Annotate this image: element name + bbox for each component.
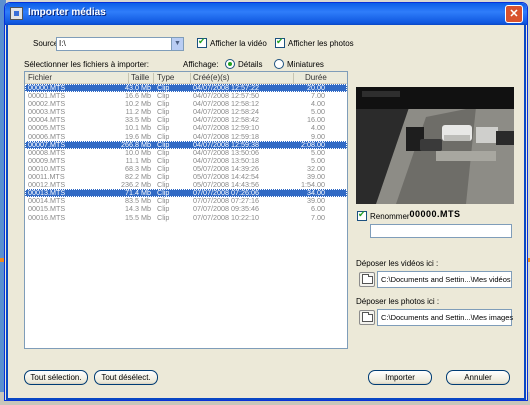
file-list[interactable]: Fichier Taille Type Créé(e)(s) Durée 000… xyxy=(24,71,348,349)
column-header-type[interactable]: Type xyxy=(157,73,174,82)
thumbnails-label[interactable]: Miniatures xyxy=(287,60,324,69)
cancel-button[interactable]: Annuler xyxy=(446,370,510,385)
rename-input[interactable] xyxy=(370,224,512,238)
file-row[interactable]: 00002.MTS 10.2 Mb Clip 04/07/2008 12:58:12 4… xyxy=(25,100,347,108)
import-media-dialog: Importer médias ✕ Source: I:\ ▼ Afficher… xyxy=(4,2,528,401)
show-video-checkbox[interactable] xyxy=(197,36,207,48)
file-row[interactable]: 00007.MTS 266.8 Mb Clip 04/07/2008 12:59:38… xyxy=(25,140,347,149)
file-row[interactable]: 00016.MTS 15.5 Mb Clip 07/07/2008 10:22:10 7… xyxy=(25,212,347,222)
show-photos-checkbox[interactable] xyxy=(275,36,285,48)
file-row[interactable]: 00004.MTS 33.5 Mb Clip 04/07/2008 12:58:42 1… xyxy=(25,116,347,124)
chevron-down-icon[interactable]: ▼ xyxy=(171,38,183,50)
file-row[interactable]: 00012.MTS 236.2 Mb Clip 05/07/2008 14:43:56… xyxy=(25,181,347,189)
column-header-name[interactable]: Fichier xyxy=(28,73,52,82)
column-header-size[interactable]: Taille xyxy=(131,73,149,82)
dialog-title: Importer médias xyxy=(28,7,106,18)
deselect-all-button[interactable]: Tout désélect. xyxy=(94,370,158,385)
column-header-duration[interactable]: Durée xyxy=(305,73,327,82)
file-select-label: Sélectionner les fichiers à importer: xyxy=(24,60,149,69)
details-radio[interactable] xyxy=(225,59,235,69)
column-divider[interactable] xyxy=(293,73,294,83)
photos-path[interactable]: C:\Documents and Settin...\Mes images xyxy=(377,309,514,326)
file-row[interactable]: 00014.MTS 83.5 Mb Clip 07/07/2008 07:27:16 3… xyxy=(25,197,347,205)
file-name: 00016.MTS xyxy=(28,212,66,222)
folder-icon xyxy=(362,312,373,322)
list-header: Fichier Taille Type Créé(e)(s) Durée xyxy=(25,72,347,84)
close-button[interactable]: ✕ xyxy=(505,5,523,23)
videos-path[interactable]: C:\Documents and Settin...\Mes vidéos xyxy=(377,271,512,288)
folder-icon xyxy=(362,274,373,284)
import-button[interactable]: Importer xyxy=(368,370,432,385)
videos-path-text: C:\Documents and Settin...\Mes vidéos xyxy=(381,275,511,284)
file-row[interactable]: 00015.MTS 14.3 Mb Clip 07/07/2008 09:35:46 6… xyxy=(25,205,347,213)
display-label: Affichage: xyxy=(183,60,219,69)
file-duration: 7.00 xyxy=(311,212,325,222)
street-scene-image xyxy=(356,87,514,204)
file-row[interactable]: 00011.MTS 82.2 Mb Clip 05/07/2008 14:42:54 3… xyxy=(25,173,347,181)
file-created: 07/07/2008 10:22:10 xyxy=(193,212,259,222)
thumbnails-radio[interactable] xyxy=(274,59,284,69)
file-row[interactable]: 00010.MTS 68.3 Mb Clip 05/07/2008 14:39:26 3… xyxy=(25,164,347,173)
column-header-created[interactable]: Créé(e)(s) xyxy=(193,73,229,82)
file-rows: 00000.MTS 43.0 Mb Clip 04/07/2008 12:57:22 2… xyxy=(25,84,347,222)
file-row[interactable]: 00000.MTS 43.0 Mb Clip 04/07/2008 12:57:22 2… xyxy=(25,84,347,93)
details-label[interactable]: Détails xyxy=(238,60,262,69)
photos-path-text: C:\Documents and Settin...\Mes images xyxy=(381,313,514,322)
file-row[interactable]: 00005.MTS 10.1 Mb Clip 04/07/2008 12:59:10 4… xyxy=(25,124,347,132)
show-video-label[interactable]: Afficher la vidéo xyxy=(210,39,267,48)
rename-label[interactable]: Renommer xyxy=(370,212,410,221)
file-size: 15.5 Mb xyxy=(125,212,151,222)
file-row[interactable]: 00009.MTS 11.1 Mb Clip 04/07/2008 13:50:18 5… xyxy=(25,156,347,165)
browse-photos-button[interactable] xyxy=(359,310,375,325)
photos-dest-label: Déposer les photos ici : xyxy=(356,297,440,306)
column-divider[interactable] xyxy=(128,73,129,83)
rename-checkbox[interactable] xyxy=(357,209,367,221)
column-divider[interactable] xyxy=(153,73,154,83)
show-photos-label[interactable]: Afficher les photos xyxy=(288,39,354,48)
dialog-body: Source: I:\ ▼ Afficher la vidéo Afficher… xyxy=(6,25,526,400)
file-row[interactable]: 00006.MTS 19.6 Mb Clip 04/07/2008 12:59:18 9… xyxy=(25,132,347,141)
browse-videos-button[interactable] xyxy=(359,272,375,287)
video-preview xyxy=(356,87,514,204)
file-row[interactable]: 00008.MTS 10.0 Mb Clip 04/07/2008 13:50:06 5… xyxy=(25,148,347,157)
title-bar[interactable]: Importer médias ✕ xyxy=(5,3,527,25)
file-row[interactable]: 00013.MTS 71.4 Mb Clip 07/07/2008 07:26:06 3… xyxy=(25,189,347,198)
videos-dest-label: Déposer les vidéos ici : xyxy=(356,259,439,268)
source-value: I:\ xyxy=(59,39,66,48)
app-icon xyxy=(10,7,23,20)
select-all-button[interactable]: Tout sélection. xyxy=(24,370,88,385)
source-dropdown[interactable]: I:\ ▼ xyxy=(56,37,184,51)
column-divider[interactable] xyxy=(190,73,191,83)
file-row[interactable]: 00001.MTS 16.6 Mb Clip 04/07/2008 12:57:50 7… xyxy=(25,92,347,100)
file-type: Clip xyxy=(157,212,170,222)
file-row[interactable]: 00003.MTS 11.2 Mb Clip 04/07/2008 12:58:24 5… xyxy=(25,108,347,116)
